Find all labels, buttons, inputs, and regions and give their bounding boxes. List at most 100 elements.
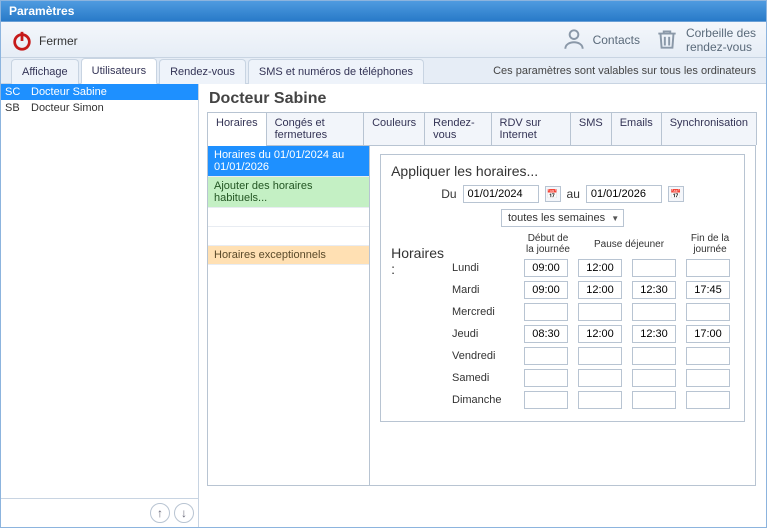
time-pause2-input[interactable] — [632, 347, 676, 365]
panel-title: Appliquer les horaires... — [391, 163, 734, 179]
hours-section-label: Horaires : — [391, 245, 444, 277]
time-end-input[interactable] — [686, 325, 730, 343]
tab-rendezvous[interactable]: Rendez-vous — [159, 59, 246, 84]
day-label: Mardi — [452, 284, 518, 296]
time-pause1-input[interactable] — [578, 259, 622, 277]
arrow-up-icon: ↑ — [157, 506, 163, 520]
time-pause2-input[interactable] — [632, 259, 676, 277]
close-button[interactable]: Fermer — [11, 30, 78, 52]
move-down-button[interactable]: ↓ — [174, 503, 194, 523]
time-pause1-input[interactable] — [578, 303, 622, 321]
user-list: SC Docteur Sabine SB Docteur Simon ↑ ↓ — [1, 84, 199, 527]
move-up-button[interactable]: ↑ — [150, 503, 170, 523]
power-icon — [11, 30, 33, 52]
time-pause2-input[interactable] — [632, 369, 676, 387]
window-title: Paramètres — [1, 1, 766, 22]
settings-window: Paramètres Fermer Contacts — [0, 0, 767, 528]
time-pause1-input[interactable] — [578, 391, 622, 409]
scroll-buttons: ↑ ↓ — [1, 498, 198, 527]
contacts-button[interactable]: Contacts — [561, 26, 640, 55]
date-to-input[interactable] — [586, 185, 662, 203]
user-code: SC — [5, 86, 31, 98]
user-name: Docteur Simon — [31, 102, 194, 114]
tree-spacer — [208, 227, 369, 246]
header-end: Fin de la journée — [686, 233, 734, 255]
time-pause1-input[interactable] — [578, 347, 622, 365]
tree-spacer — [208, 208, 369, 227]
time-pause2-input[interactable] — [632, 281, 676, 299]
time-start-input[interactable] — [524, 391, 568, 409]
header-pause: Pause déjeuner — [578, 239, 680, 250]
toolbar: Fermer Contacts Corbeille des rend — [1, 22, 766, 58]
time-end-input[interactable] — [686, 369, 730, 387]
contacts-label: Contacts — [593, 34, 640, 47]
trash-button[interactable]: Corbeille des rendez-vous — [654, 26, 756, 55]
recurrence-select[interactable]: toutes les semaines — [501, 209, 624, 227]
subtab-rdv-internet[interactable]: RDV sur Internet — [491, 112, 571, 145]
toolbar-right: Contacts Corbeille des rendez-vous — [561, 26, 756, 55]
time-end-input[interactable] — [686, 391, 730, 409]
panel-box: Appliquer les horaires... Du 📅 au 📅 tout… — [380, 154, 745, 422]
user-list-inner: SC Docteur Sabine SB Docteur Simon — [1, 84, 198, 498]
subtab-couleurs[interactable]: Couleurs — [363, 112, 425, 145]
time-end-input[interactable] — [686, 347, 730, 365]
day-label: Mercredi — [452, 306, 518, 318]
schedule-tree: Horaires du 01/01/2024 au 01/01/2026 Ajo… — [208, 146, 370, 485]
time-start-input[interactable] — [524, 281, 568, 299]
subtab-sms[interactable]: SMS — [570, 112, 612, 145]
time-start-input[interactable] — [524, 259, 568, 277]
detail-title: Docteur Sabine — [209, 90, 756, 108]
detail-panel: Docteur Sabine Horaires Congés et fermet… — [199, 84, 766, 527]
time-end-input[interactable] — [686, 259, 730, 277]
day-label: Vendredi — [452, 350, 518, 362]
body-area: SC Docteur Sabine SB Docteur Simon ↑ ↓ D… — [1, 84, 766, 527]
time-pause1-input[interactable] — [578, 369, 622, 387]
day-label: Dimanche — [452, 394, 518, 406]
time-start-input[interactable] — [524, 347, 568, 365]
calendar-icon[interactable]: 📅 — [545, 186, 561, 202]
subtab-sync[interactable]: Synchronisation — [661, 112, 757, 145]
schedule-range-item[interactable]: Horaires du 01/01/2024 au 01/01/2026 — [208, 146, 369, 177]
hours-grid: Début de la journée Pause déjeuner Fin d… — [452, 233, 734, 409]
recurrence-row: toutes les semaines — [391, 209, 734, 227]
subtab-horaires[interactable]: Horaires — [207, 112, 267, 145]
person-icon — [561, 26, 587, 55]
header-start: Début de la journée — [524, 233, 572, 255]
user-row[interactable]: SB Docteur Simon — [1, 100, 198, 116]
time-pause2-input[interactable] — [632, 391, 676, 409]
apply-panel: Appliquer les horaires... Du 📅 au 📅 tout… — [370, 146, 755, 485]
time-end-input[interactable] — [686, 303, 730, 321]
date-from-input[interactable] — [463, 185, 539, 203]
time-start-input[interactable] — [524, 369, 568, 387]
arrow-down-icon: ↓ — [181, 506, 187, 520]
tabs-footnote: Ces paramètres sont valables sur tous le… — [493, 65, 756, 77]
main-tabs-row: Affichage Utilisateurs Rendez-vous SMS e… — [1, 58, 766, 84]
user-row[interactable]: SC Docteur Sabine — [1, 84, 198, 100]
calendar-icon[interactable]: 📅 — [668, 186, 684, 202]
subtab-conges[interactable]: Congés et fermetures — [266, 112, 365, 145]
du-label: Du — [441, 187, 456, 201]
day-label: Lundi — [452, 262, 518, 274]
subtab-emails[interactable]: Emails — [611, 112, 662, 145]
day-label: Jeudi — [452, 328, 518, 340]
time-pause2-input[interactable] — [632, 325, 676, 343]
time-pause2-input[interactable] — [632, 303, 676, 321]
tab-affichage[interactable]: Affichage — [11, 59, 79, 84]
time-start-input[interactable] — [524, 303, 568, 321]
trash-label: Corbeille des rendez-vous — [686, 27, 756, 53]
time-start-input[interactable] — [524, 325, 568, 343]
time-pause1-input[interactable] — [578, 325, 622, 343]
sub-tabs: Horaires Congés et fermetures Couleurs R… — [207, 112, 756, 146]
time-end-input[interactable] — [686, 281, 730, 299]
trash-icon — [654, 26, 680, 55]
tab-utilisateurs[interactable]: Utilisateurs — [81, 58, 157, 84]
sub-body: Horaires du 01/01/2024 au 01/01/2026 Ajo… — [207, 146, 756, 486]
user-code: SB — [5, 102, 31, 114]
date-range-row: Du 📅 au 📅 — [391, 185, 734, 203]
exceptional-schedule-header[interactable]: Horaires exceptionnels — [208, 246, 369, 265]
add-schedule-button[interactable]: Ajouter des horaires habituels... — [208, 177, 369, 208]
time-pause1-input[interactable] — [578, 281, 622, 299]
subtab-rdv[interactable]: Rendez-vous — [424, 112, 491, 145]
tab-sms[interactable]: SMS et numéros de téléphones — [248, 59, 424, 84]
user-name: Docteur Sabine — [31, 86, 194, 98]
